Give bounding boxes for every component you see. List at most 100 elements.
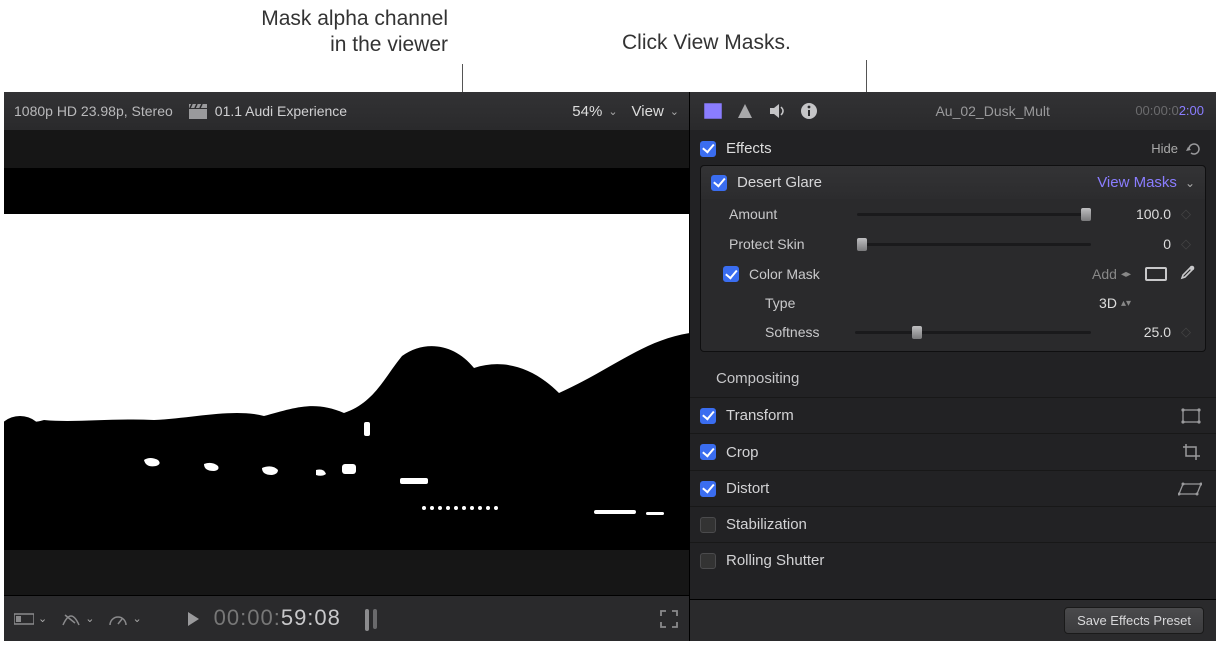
row-transform[interactable]: Transform bbox=[690, 397, 1216, 433]
rolling-shutter-label: Rolling Shutter bbox=[726, 552, 824, 569]
inspector-timecode: 00:00:02:00 bbox=[1135, 103, 1204, 119]
inspector-footer: Save Effects Preset bbox=[690, 599, 1216, 641]
effects-checkbox[interactable] bbox=[700, 141, 716, 157]
type-popup[interactable]: 3D ▴▾ bbox=[1099, 295, 1131, 311]
reset-icon[interactable] bbox=[1186, 141, 1202, 157]
param-type: Type 3D ▴▾ bbox=[701, 289, 1205, 317]
callout-text: Click View Masks. bbox=[622, 31, 791, 54]
effects-label: Effects bbox=[726, 140, 772, 157]
keyframe-icon[interactable]: ◇ bbox=[1177, 236, 1195, 252]
param-softness: Softness 25.0 ◇ bbox=[701, 317, 1205, 351]
callout-text: Mask alpha channel bbox=[261, 7, 448, 30]
transform-label: Transform bbox=[726, 407, 794, 424]
effects-header: Effects Hide bbox=[690, 132, 1216, 165]
inspector-panel: Au_02_Dusk_Mult 00:00:02:00 Effects Hide… bbox=[690, 92, 1216, 641]
timecode-small: 00:00: bbox=[214, 605, 281, 630]
color-mask-checkbox[interactable] bbox=[723, 266, 739, 282]
softness-value[interactable]: 25.0 bbox=[1101, 324, 1171, 340]
compositing-header: Compositing bbox=[690, 360, 1216, 397]
distort-label: Distort bbox=[726, 480, 769, 497]
hide-button[interactable]: Hide bbox=[1151, 141, 1178, 156]
transform-icon bbox=[1180, 408, 1202, 424]
effect-desert-glare: Desert Glare View Masks ⌄ Amount 100.0 ◇ bbox=[700, 165, 1206, 352]
param-protect-skin: Protect Skin 0 ◇ bbox=[701, 229, 1205, 259]
viewer-panel: 1080p HD 23.98p, Stereo 01.1 Audi Experi… bbox=[4, 92, 690, 641]
view-masks-popup[interactable]: View Masks ⌄ bbox=[1097, 174, 1195, 191]
protect-skin-value[interactable]: 0 bbox=[1101, 236, 1171, 252]
row-stabilization[interactable]: Stabilization bbox=[690, 506, 1216, 542]
audio-inspector-tab[interactable] bbox=[766, 100, 788, 122]
video-inspector-tab[interactable] bbox=[702, 100, 724, 122]
inspector-clip-name: Au_02_Dusk_Mult bbox=[860, 103, 1125, 119]
row-distort[interactable]: Distort bbox=[690, 470, 1216, 506]
rolling-shutter-checkbox[interactable] bbox=[700, 553, 716, 569]
format-label: 1080p HD 23.98p, Stereo bbox=[14, 103, 173, 119]
clip-appearance-popup[interactable]: ⌄ bbox=[14, 612, 47, 626]
softness-label: Softness bbox=[765, 324, 845, 340]
chevron-down-icon: ⌄ bbox=[670, 105, 679, 118]
speed-popup[interactable]: ⌄ bbox=[108, 611, 141, 627]
inspector-body: Effects Hide Desert Glare View Masks ⌄ A… bbox=[690, 130, 1216, 599]
zoom-value: 54% bbox=[572, 103, 602, 120]
chevron-down-icon: ⌄ bbox=[85, 612, 94, 625]
keyframe-icon[interactable]: ◇ bbox=[1177, 324, 1195, 340]
stepper-icon: ▴▾ bbox=[1121, 298, 1131, 309]
amount-slider[interactable] bbox=[857, 205, 1091, 223]
alpha-mask-image bbox=[4, 168, 689, 550]
eyedropper-icon[interactable] bbox=[1177, 265, 1195, 283]
distort-icon bbox=[1178, 482, 1202, 496]
chevron-down-icon: ⌄ bbox=[1185, 176, 1195, 190]
app-window: 1080p HD 23.98p, Stereo 01.1 Audi Experi… bbox=[4, 92, 1216, 641]
skimming-popup[interactable]: ⌄ bbox=[61, 611, 94, 627]
callout-text: in the viewer bbox=[330, 33, 448, 56]
param-color-mask: Color Mask Add ◂▸ bbox=[701, 259, 1205, 289]
protect-skin-slider[interactable] bbox=[857, 235, 1091, 253]
protect-skin-label: Protect Skin bbox=[729, 236, 847, 252]
param-amount: Amount 100.0 ◇ bbox=[701, 199, 1205, 229]
type-label: Type bbox=[765, 295, 883, 311]
keyframe-icon[interactable]: ◇ bbox=[1177, 206, 1195, 222]
type-value: 3D bbox=[1099, 295, 1117, 311]
audio-meter bbox=[355, 607, 389, 631]
color-mask-label: Color Mask bbox=[749, 266, 820, 282]
chevron-down-icon: ⌄ bbox=[132, 612, 141, 625]
amount-label: Amount bbox=[729, 206, 847, 222]
effect-checkbox[interactable] bbox=[711, 175, 727, 191]
view-label: View bbox=[632, 103, 664, 120]
row-crop[interactable]: Crop bbox=[690, 433, 1216, 470]
timecode-display[interactable]: 00:00:59:08 bbox=[214, 605, 341, 632]
view-masks-label: View Masks bbox=[1097, 174, 1177, 191]
color-inspector-tab[interactable] bbox=[734, 100, 756, 122]
clapperboard-icon bbox=[189, 104, 207, 119]
effect-header[interactable]: Desert Glare View Masks ⌄ bbox=[701, 166, 1205, 199]
chevron-down-icon: ⌄ bbox=[608, 105, 617, 118]
zoom-popup[interactable]: 54% ⌄ bbox=[572, 103, 617, 120]
stabilization-checkbox[interactable] bbox=[700, 517, 716, 533]
distort-checkbox[interactable] bbox=[700, 481, 716, 497]
timecode-big: 59:08 bbox=[281, 605, 341, 630]
stabilization-label: Stabilization bbox=[726, 516, 807, 533]
view-popup[interactable]: View ⌄ bbox=[632, 103, 679, 120]
crop-checkbox[interactable] bbox=[700, 444, 716, 460]
chevron-down-icon: ⌄ bbox=[38, 612, 47, 625]
mask-rect-icon[interactable] bbox=[1145, 267, 1167, 281]
play-button[interactable] bbox=[186, 611, 200, 627]
inspector-header: Au_02_Dusk_Mult 00:00:02:00 bbox=[690, 92, 1216, 130]
fullscreen-button[interactable] bbox=[659, 609, 679, 629]
viewer-header: 1080p HD 23.98p, Stereo 01.1 Audi Experi… bbox=[4, 92, 689, 130]
viewer-footer: ⌄ ⌄ ⌄ 00:00:59:08 bbox=[4, 595, 689, 641]
clip-title: 01.1 Audi Experience bbox=[215, 103, 347, 119]
viewer-stage[interactable] bbox=[4, 130, 689, 595]
save-effects-preset-button[interactable]: Save Effects Preset bbox=[1064, 607, 1204, 634]
softness-slider[interactable] bbox=[855, 323, 1091, 341]
amount-value[interactable]: 100.0 bbox=[1101, 206, 1171, 222]
effect-name: Desert Glare bbox=[737, 174, 822, 191]
crop-label: Crop bbox=[726, 444, 759, 461]
sort-icon: ◂▸ bbox=[1121, 269, 1131, 280]
transform-checkbox[interactable] bbox=[700, 408, 716, 424]
add-mask-popup[interactable]: Add ◂▸ bbox=[1092, 266, 1131, 282]
row-rolling-shutter[interactable]: Rolling Shutter bbox=[690, 542, 1216, 578]
crop-icon bbox=[1182, 443, 1202, 461]
info-inspector-tab[interactable] bbox=[798, 100, 820, 122]
add-label: Add bbox=[1092, 266, 1117, 282]
